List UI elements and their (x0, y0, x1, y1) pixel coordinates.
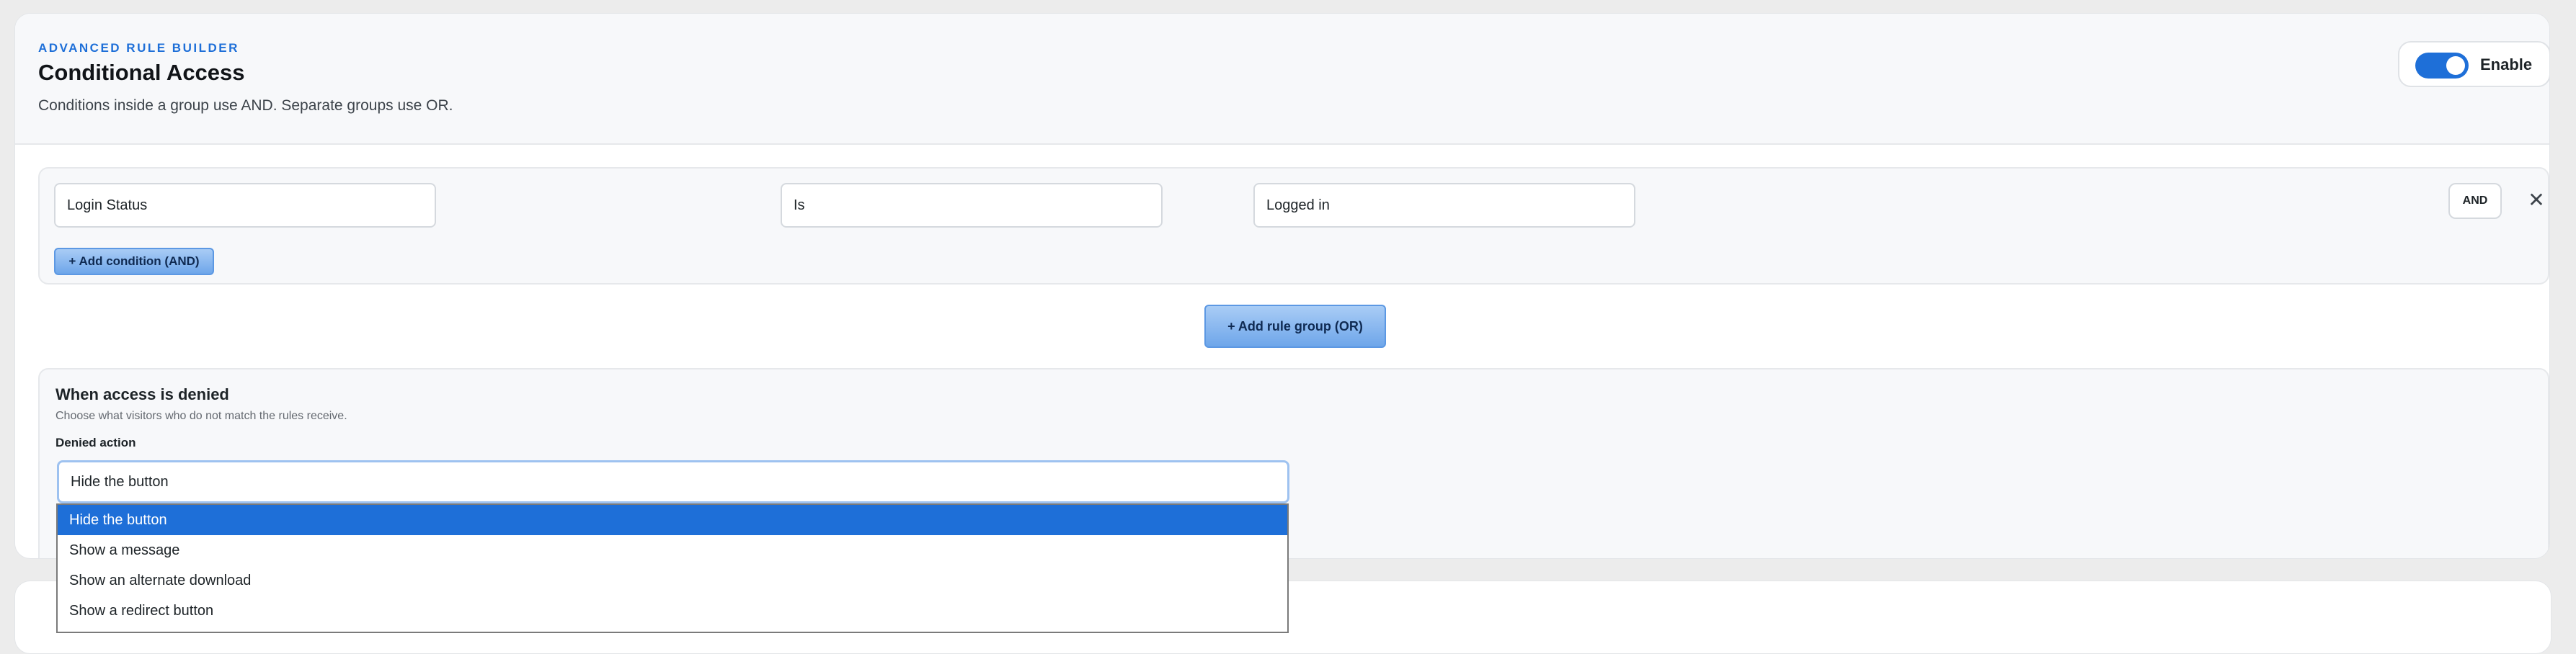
enable-toggle[interactable] (2415, 53, 2469, 79)
denied-section-description: Choose what visitors who do not match th… (55, 410, 347, 422)
add-rule-group-button[interactable]: + Add rule group (OR) (1204, 305, 1386, 348)
eyebrow-label: ADVANCED RULE BUILDER (38, 41, 239, 55)
toggle-knob (2446, 56, 2465, 75)
denied-action-label: Denied action (55, 436, 136, 449)
enable-toggle-label: Enable (2480, 55, 2533, 73)
enable-toggle-container[interactable]: Enable (2398, 41, 2549, 87)
page-title: Conditional Access (38, 60, 245, 85)
card-header: ADVANCED RULE BUILDER Conditional Access… (15, 14, 2549, 145)
dropdown-option-redirect-button[interactable]: Show a redirect button (58, 596, 1287, 626)
condition-field-select[interactable]: Login Status (54, 183, 436, 228)
rule-group: Login Status Is Logged in AND ✕ + Add co… (38, 167, 2549, 285)
denied-section-title: When access is denied (55, 385, 229, 403)
condition-operator-select[interactable]: Is (781, 183, 1163, 228)
close-icon[interactable]: ✕ (2523, 187, 2549, 213)
add-condition-button[interactable]: + Add condition (AND) (54, 248, 214, 275)
page-subtitle: Conditions inside a group use AND. Separ… (38, 97, 453, 114)
dropdown-option-hide-button[interactable]: Hide the button (58, 505, 1287, 535)
dropdown-option-alternate-download[interactable]: Show an alternate download (58, 565, 1287, 596)
conditional-access-card: ADVANCED RULE BUILDER Conditional Access… (14, 13, 2550, 559)
denied-action-select[interactable]: Hide the button (57, 460, 1289, 503)
condition-value-select[interactable]: Logged in (1253, 183, 1635, 228)
and-logic-badge[interactable]: AND (2448, 183, 2502, 219)
dropdown-option-show-message[interactable]: Show a message (58, 535, 1287, 565)
denied-action-dropdown: Hide the button Show a message Show an a… (56, 503, 1289, 633)
